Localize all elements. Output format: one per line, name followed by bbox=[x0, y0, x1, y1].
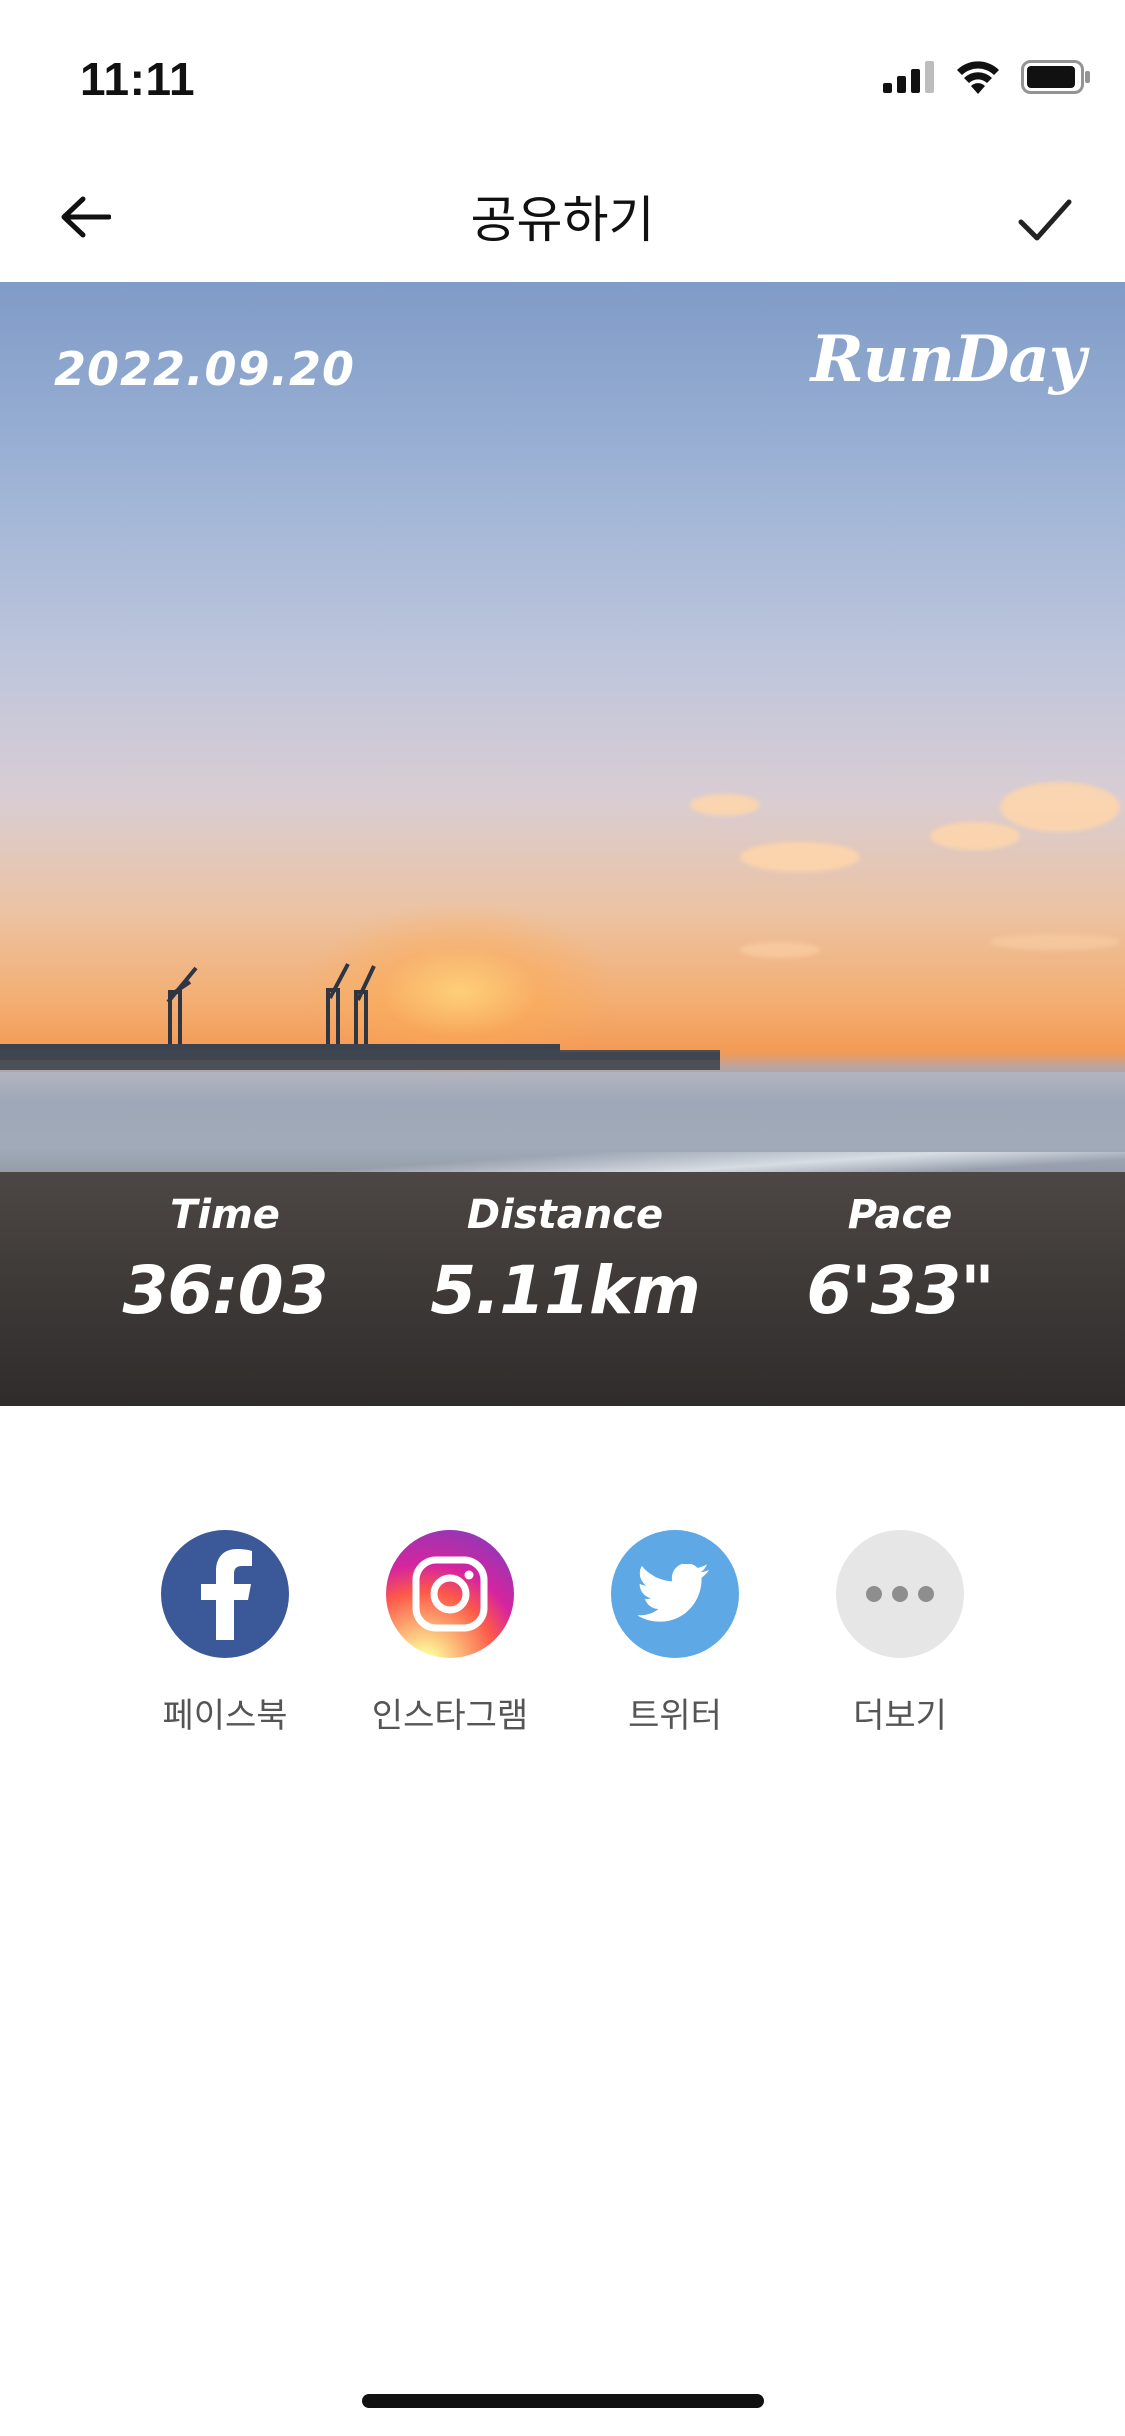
share-label: 트위터 bbox=[628, 1696, 722, 1736]
instagram-icon bbox=[386, 1530, 514, 1658]
facebook-icon bbox=[161, 1530, 289, 1658]
cloud bbox=[1000, 782, 1120, 832]
nav-bar: 공유하기 bbox=[0, 150, 1125, 282]
stat-value: 5.11km bbox=[430, 1252, 701, 1329]
status-icons bbox=[883, 60, 1091, 94]
cloud bbox=[740, 942, 820, 958]
runday-logo: RunDay bbox=[810, 322, 1086, 397]
stat-time: Time 36:03 bbox=[120, 1192, 330, 1329]
cellular-signal-icon bbox=[883, 61, 934, 93]
share-label: 인스타그램 bbox=[371, 1696, 529, 1736]
wifi-icon bbox=[957, 61, 999, 94]
twitter-icon bbox=[611, 1530, 739, 1658]
share-facebook[interactable]: 페이스북 bbox=[125, 1530, 325, 1737]
confirm-button[interactable] bbox=[1005, 180, 1085, 260]
stat-label: Distance bbox=[466, 1192, 664, 1238]
stat-label: Time bbox=[170, 1192, 280, 1238]
cloud bbox=[930, 822, 1020, 850]
status-time: 11:11 bbox=[80, 53, 196, 105]
share-label: 페이스북 bbox=[162, 1696, 288, 1736]
share-twitter[interactable]: 트위터 bbox=[575, 1530, 775, 1737]
home-indicator[interactable] bbox=[362, 2394, 764, 2408]
run-date: 2022.09.20 bbox=[54, 342, 356, 396]
stat-distance: Distance 5.11km bbox=[430, 1192, 701, 1329]
stat-value: 36:03 bbox=[122, 1252, 328, 1329]
stat-pace: Pace 6'33" bbox=[790, 1192, 1010, 1329]
share-label: 더보기 bbox=[853, 1696, 947, 1736]
share-photo-card: 2022.09.20 RunDay Time 36:03 Distance 5.… bbox=[0, 282, 1125, 1406]
share-instagram[interactable]: 인스타그램 bbox=[350, 1530, 550, 1737]
page-title: 공유하기 bbox=[470, 191, 655, 249]
pier bbox=[0, 1050, 720, 1070]
checkmark-icon bbox=[1018, 199, 1072, 241]
cloud bbox=[990, 934, 1120, 950]
cloud bbox=[690, 794, 760, 816]
stat-value: 6'33" bbox=[806, 1252, 994, 1329]
stat-label: Pace bbox=[847, 1192, 953, 1238]
cloud bbox=[740, 842, 860, 872]
battery-icon bbox=[1021, 60, 1090, 94]
more-icon bbox=[836, 1530, 964, 1658]
status-bar: 11:11 bbox=[0, 0, 1125, 150]
share-more[interactable]: 더보기 bbox=[800, 1530, 1000, 1737]
